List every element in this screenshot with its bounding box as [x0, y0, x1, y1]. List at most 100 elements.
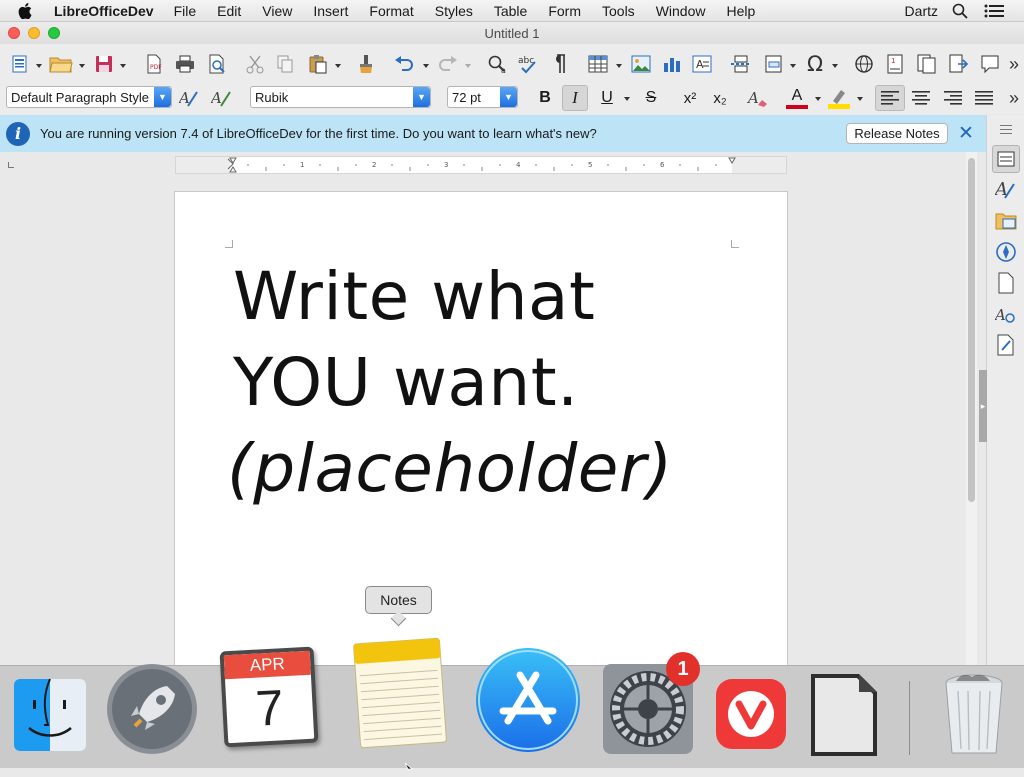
insert-textbox-icon[interactable]: A: [690, 53, 714, 75]
launchpad-dock-icon[interactable]: [104, 661, 200, 757]
menu-form[interactable]: Form: [548, 3, 581, 19]
sidebar-collapse-handle[interactable]: ▸: [979, 370, 987, 442]
open-dropdown-icon[interactable]: [79, 64, 85, 68]
update-style-icon[interactable]: A: [178, 86, 202, 110]
new-document-icon[interactable]: [8, 53, 32, 75]
insert-comment-icon[interactable]: [978, 53, 1002, 75]
sidebar-menu-icon[interactable]: [1000, 125, 1012, 134]
gallery-icon[interactable]: [994, 209, 1018, 233]
find-replace-icon[interactable]: a: [486, 53, 510, 75]
apple-logo-icon[interactable]: [18, 0, 38, 22]
superscript-button[interactable]: x²: [678, 86, 702, 110]
new-document-dropdown-icon[interactable]: [36, 64, 42, 68]
insert-table-dropdown-icon[interactable]: [616, 64, 622, 68]
menu-edit[interactable]: Edit: [217, 3, 241, 19]
menu-file[interactable]: File: [174, 3, 197, 19]
menu-window[interactable]: Window: [656, 3, 706, 19]
menu-view[interactable]: View: [262, 3, 292, 19]
special-character-dropdown-icon[interactable]: [832, 64, 838, 68]
undo-dropdown-icon[interactable]: [423, 64, 429, 68]
font-name-select[interactable]: Rubik ▼: [250, 86, 431, 108]
properties-icon[interactable]: [992, 145, 1020, 173]
close-window-button[interactable]: [8, 27, 20, 39]
underline-button[interactable]: U: [596, 86, 618, 110]
insert-field-dropdown-icon[interactable]: [790, 64, 796, 68]
calendar-dock-icon[interactable]: APR 7: [217, 644, 321, 750]
subscript-button[interactable]: x₂: [708, 86, 732, 110]
highlight-color-icon[interactable]: [826, 86, 852, 110]
paste-dropdown-icon[interactable]: [335, 64, 341, 68]
insert-field-icon[interactable]: [762, 53, 786, 75]
notification-center-icon[interactable]: [984, 4, 1004, 18]
vivaldi-dock-icon[interactable]: [714, 674, 788, 754]
save-dropdown-icon[interactable]: [120, 64, 126, 68]
document-page[interactable]: Write what YOU want. (placeholder): [174, 191, 788, 671]
insert-table-icon[interactable]: [586, 53, 610, 75]
print-icon[interactable]: [173, 53, 197, 75]
insert-page-break-icon[interactable]: [729, 53, 753, 75]
open-folder-icon[interactable]: [48, 53, 74, 75]
navigator-icon[interactable]: [994, 240, 1018, 264]
cut-icon[interactable]: [244, 53, 266, 75]
clone-formatting-icon[interactable]: [355, 53, 377, 75]
special-character-icon[interactable]: Ω: [803, 52, 827, 76]
save-icon[interactable]: [92, 53, 116, 75]
menu-format[interactable]: Format: [369, 3, 413, 19]
menu-insert[interactable]: Insert: [313, 3, 348, 19]
menu-help[interactable]: Help: [726, 3, 755, 19]
finder-dock-icon[interactable]: [12, 677, 88, 753]
spotlight-search-icon[interactable]: [952, 3, 968, 19]
trash-dock-icon[interactable]: [940, 672, 1008, 758]
scrollbar-thumb[interactable]: [968, 158, 975, 502]
align-left-icon[interactable]: [875, 85, 905, 111]
style-inspector-icon[interactable]: A: [994, 303, 1018, 327]
menu-styles[interactable]: Styles: [435, 3, 473, 19]
horizontal-ruler[interactable]: 1 2 3 4 5 6: [175, 156, 787, 174]
paragraph-style-select[interactable]: Default Paragraph Style ▼: [6, 86, 172, 108]
close-infobar-icon[interactable]: ✕: [958, 123, 974, 144]
user-name[interactable]: Dartz: [905, 3, 938, 19]
highlight-dropdown-icon[interactable]: [857, 97, 863, 101]
page-icon[interactable]: [994, 271, 1018, 295]
chevron-down-icon[interactable]: ▼: [500, 87, 517, 107]
chevron-down-icon[interactable]: ▼: [154, 87, 171, 107]
chevron-down-icon[interactable]: ▼: [413, 87, 430, 107]
app-store-dock-icon[interactable]: [474, 646, 582, 754]
print-preview-icon[interactable]: [205, 53, 229, 75]
new-style-icon[interactable]: A: [210, 86, 234, 110]
clear-formatting-icon[interactable]: A: [746, 86, 770, 110]
redo-icon[interactable]: [436, 53, 460, 75]
insert-footnote-icon[interactable]: 1: [884, 53, 906, 75]
insert-image-icon[interactable]: [629, 53, 653, 75]
align-center-icon[interactable]: [908, 86, 934, 110]
zoom-window-button[interactable]: [48, 27, 60, 39]
notes-dock-icon[interactable]: [346, 634, 454, 752]
libreofficedev-dock-icon[interactable]: [806, 672, 880, 758]
manage-changes-icon[interactable]: [994, 333, 1018, 357]
styles-icon[interactable]: A: [994, 177, 1018, 201]
insert-hyperlink-icon[interactable]: [852, 53, 876, 75]
menu-tools[interactable]: Tools: [602, 3, 635, 19]
bold-button[interactable]: B: [534, 86, 556, 110]
document-text[interactable]: Write what YOU want. (placeholder): [227, 254, 673, 512]
copy-icon[interactable]: [274, 53, 296, 75]
menu-table[interactable]: Table: [494, 3, 527, 19]
insert-cross-reference-icon[interactable]: [947, 53, 971, 75]
more-toolbar-options-icon[interactable]: »: [1006, 53, 1022, 75]
insert-chart-icon[interactable]: [660, 53, 684, 75]
paste-icon[interactable]: [306, 53, 330, 75]
align-right-icon[interactable]: [940, 86, 966, 110]
font-size-select[interactable]: 72 pt ▼: [447, 86, 518, 108]
app-menu[interactable]: LibreOfficeDev: [54, 3, 154, 19]
formatting-marks-icon[interactable]: [548, 53, 570, 75]
spelling-icon[interactable]: abc: [516, 51, 540, 77]
release-notes-button[interactable]: Release Notes: [846, 123, 948, 144]
strikethrough-button[interactable]: S: [640, 86, 662, 110]
insert-endnote-icon[interactable]: [915, 53, 939, 75]
italic-button[interactable]: I: [562, 85, 588, 111]
font-color-button[interactable]: A: [784, 86, 810, 110]
undo-icon[interactable]: [392, 53, 416, 75]
export-pdf-icon[interactable]: PDF: [143, 53, 165, 75]
minimize-window-button[interactable]: [28, 27, 40, 39]
font-color-dropdown-icon[interactable]: [815, 97, 821, 101]
